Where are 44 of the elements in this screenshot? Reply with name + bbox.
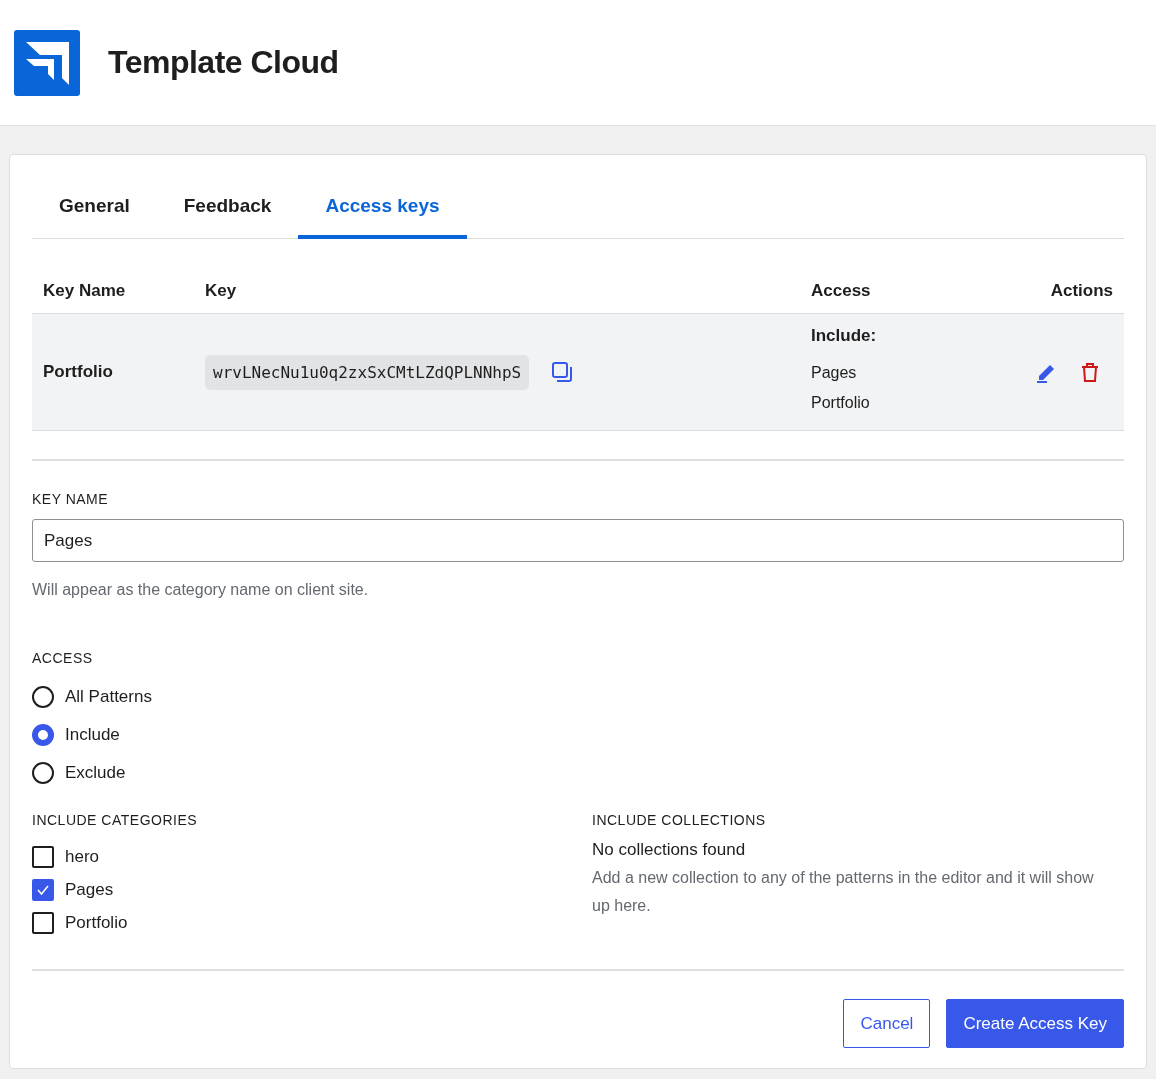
column-header: Key Name (32, 269, 194, 314)
radio-label: All Patterns (65, 687, 152, 707)
field-label: INCLUDE COLLECTIONS (592, 812, 767, 828)
help-text: Add a new collection to any of the patterns in the editor and it will show up here. (592, 868, 1095, 916)
checkbox-option[interactable]: hero (32, 840, 592, 873)
create-button[interactable]: Create Access Key (946, 999, 1124, 1048)
radio-label: Include (65, 725, 120, 745)
logo-icon (14, 29, 80, 96)
field-label: KEY NAME (32, 491, 110, 507)
copy-button[interactable] (551, 361, 574, 383)
radio-icon[interactable] (32, 762, 54, 784)
checkbox-option[interactable]: Portfolio (32, 906, 592, 939)
radio-icon[interactable] (32, 724, 54, 746)
radio-option[interactable]: Include (32, 716, 1124, 754)
checkbox[interactable] (32, 845, 54, 868)
access-type: Include: (811, 326, 878, 346)
radio-option[interactable]: All Patterns (32, 678, 1124, 716)
key-name: Portfolio (43, 362, 113, 381)
checkbox-label: Pages (65, 879, 114, 900)
delete-button[interactable] (1079, 361, 1101, 383)
field-label: INCLUDE CATEGORIES (32, 812, 199, 828)
empty-message: No collections found (592, 840, 747, 860)
column-header: Actions (992, 269, 1124, 314)
checkbox-label: Portfolio (65, 912, 128, 933)
tab[interactable]: Access keys (298, 175, 467, 239)
radio-option[interactable]: Exclude (32, 754, 1124, 792)
key-name-input[interactable]: Pages (32, 519, 1124, 562)
access-item: Portfolio (811, 393, 871, 413)
checkbox-label: hero (65, 846, 100, 867)
radio-icon[interactable] (32, 686, 54, 708)
app-title: Template Cloud (108, 44, 339, 81)
column-header: Key (194, 269, 800, 314)
checkbox-option[interactable]: Pages (32, 873, 592, 906)
checkbox[interactable] (32, 911, 54, 934)
radio-label: Exclude (65, 763, 126, 783)
access-key: wrvLNecNu1u0q2zxSxCMtLZdQPLNNhpS (205, 354, 530, 390)
help-text: Will appear as the category name on client site. (32, 580, 370, 600)
field-label: ACCESS (32, 650, 94, 666)
checkbox[interactable] (32, 878, 54, 901)
cancel-button[interactable]: Cancel (843, 999, 931, 1048)
access-item: Pages (811, 363, 858, 383)
tab[interactable]: General (32, 175, 157, 239)
column-header: Access (800, 269, 992, 314)
tab[interactable]: Feedback (156, 175, 299, 239)
